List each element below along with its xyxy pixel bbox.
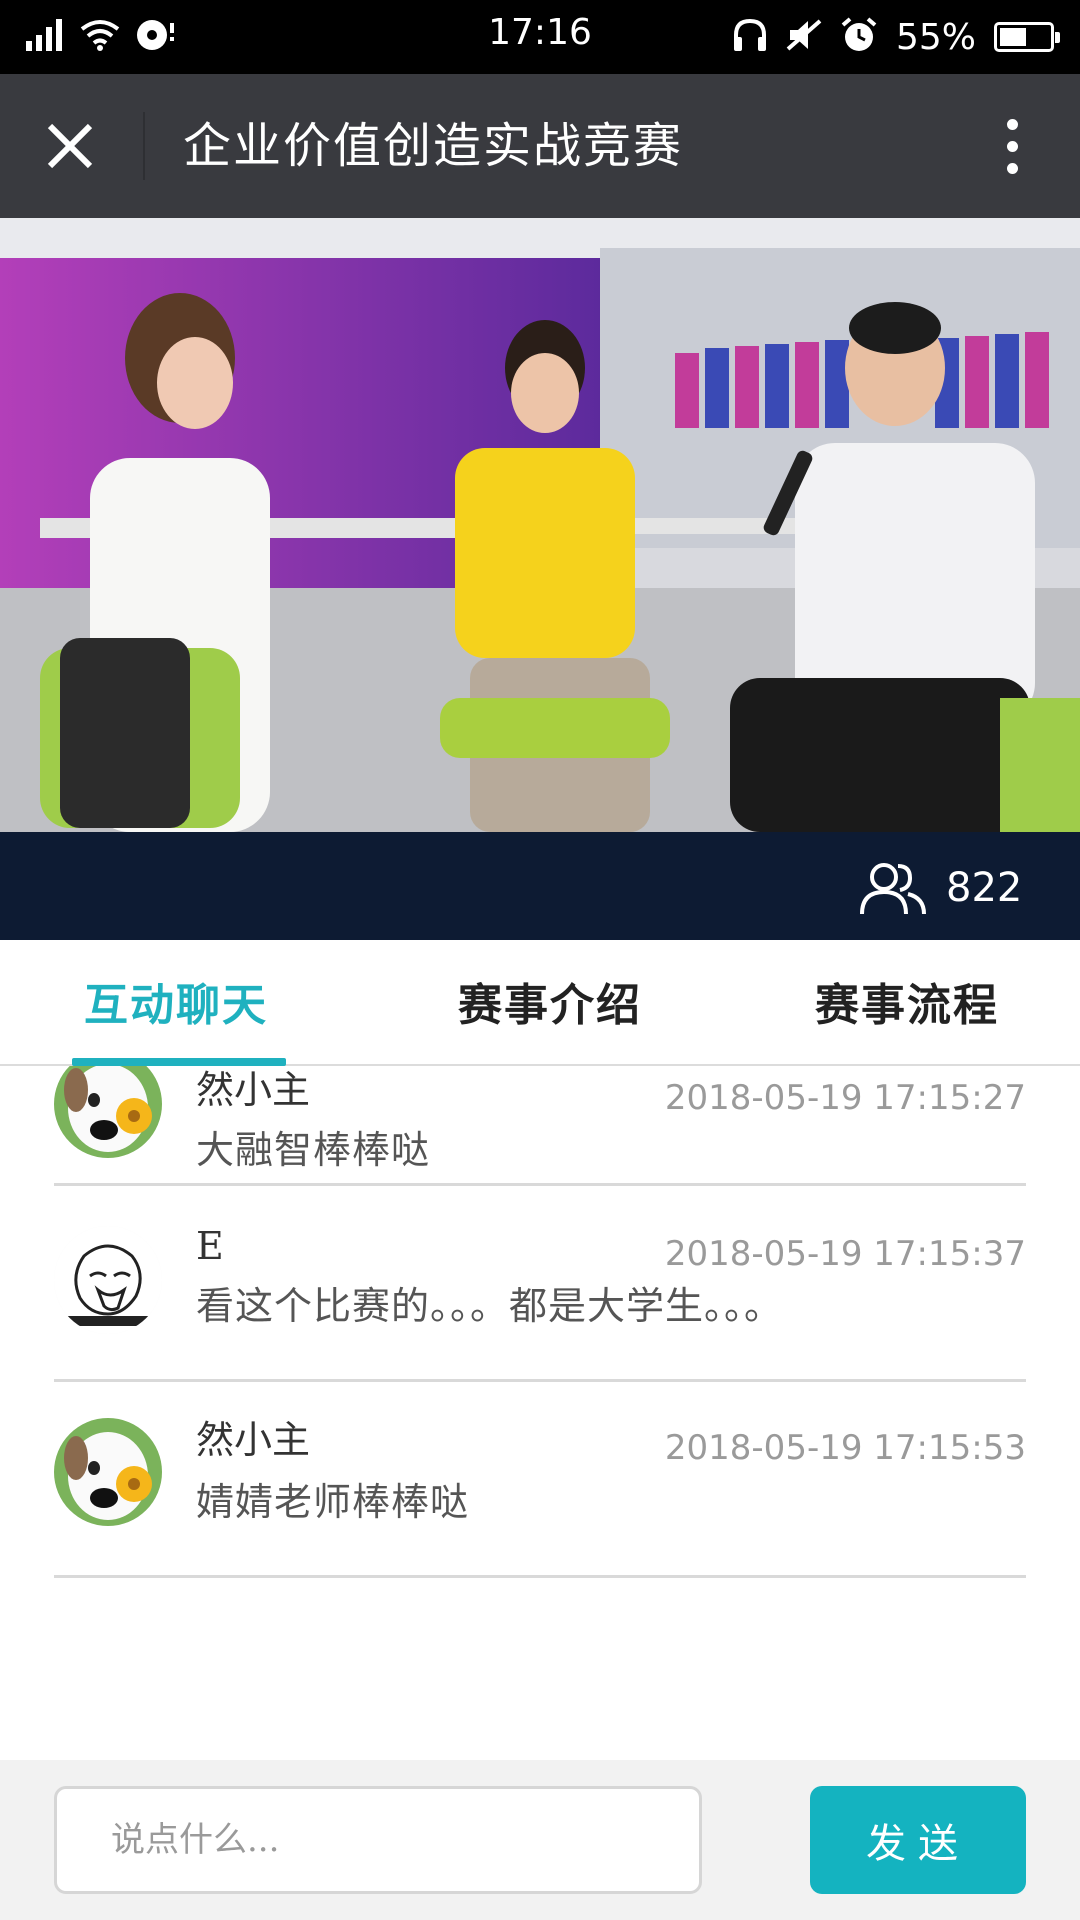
alarm-icon [840, 16, 878, 58]
message-author: 然小主 [196, 1418, 311, 1462]
active-tab-indicator [72, 1058, 286, 1066]
dog-avatar [54, 1418, 162, 1526]
battery-icon [994, 22, 1060, 52]
chat-message: 然小主 2018-05-19 17:15:53 婧婧老师棒棒哒 [54, 1382, 1026, 1578]
chat-message: E 2018-05-19 17:15:37 看这个比赛的。。。都是大学生。。。 [54, 1186, 1026, 1382]
tab-bar: 互动聊天 赛事介绍 赛事流程 [0, 940, 1080, 1066]
title-divider [143, 112, 145, 180]
status-right-icons: 55% [732, 14, 1060, 60]
message-author: E [196, 1224, 224, 1268]
users-icon [860, 863, 926, 915]
more-icon [1006, 118, 1018, 130]
headphones-icon [732, 17, 768, 57]
message-time: 2018-05-19 17:15:27 [664, 1078, 1026, 1118]
chat-input[interactable] [54, 1786, 702, 1894]
page-title: 企业价值创造实战竞赛 [183, 118, 684, 174]
send-button[interactable]: 发送 [810, 1786, 1026, 1894]
message-text: 看这个比赛的。。。都是大学生。。。 [196, 1284, 784, 1328]
close-icon [47, 123, 93, 169]
message-text: 婧婧老师棒棒哒 [196, 1480, 470, 1524]
title-bar: 企业价值创造实战竞赛 [0, 74, 1080, 218]
video-frame [0, 218, 1080, 832]
battery-percent: 55% [895, 16, 976, 58]
sketch-avatar [54, 1226, 162, 1334]
live-video[interactable] [0, 218, 1080, 832]
dog-avatar [54, 1066, 162, 1158]
input-bar: 发送 [0, 1760, 1080, 1920]
status-bar: 17:16 55% [0, 0, 1080, 74]
mute-icon [786, 17, 822, 57]
message-time: 2018-05-19 17:15:37 [664, 1234, 1026, 1274]
viewer-bar: 822 [0, 832, 1080, 940]
message-text: 大融智棒棒哒 [196, 1128, 431, 1172]
message-time: 2018-05-19 17:15:53 [664, 1428, 1026, 1468]
close-button[interactable] [38, 114, 102, 178]
message-author: 然小主 [196, 1068, 311, 1112]
viewer-count: 822 [946, 865, 1023, 911]
more-button[interactable] [982, 110, 1042, 182]
tab-intro[interactable]: 赛事介绍 [458, 978, 642, 1034]
tab-schedule[interactable]: 赛事流程 [815, 978, 999, 1034]
tab-chat[interactable]: 互动聊天 [84, 978, 268, 1034]
chat-message: 然小主 2018-05-19 17:15:27 大融智棒棒哒 [54, 1066, 1026, 1186]
chat-list[interactable]: 然小主 2018-05-19 17:15:27 大融智棒棒哒 E 2018-05… [0, 1066, 1080, 1760]
